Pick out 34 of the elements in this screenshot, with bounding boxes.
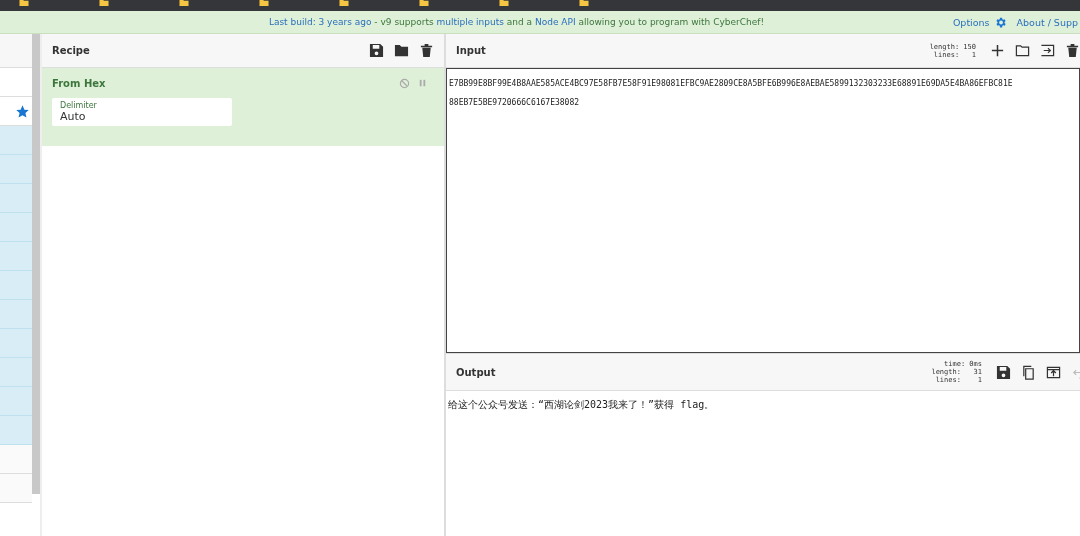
banner-message: Last build: 3 years ago - v9 supports multiple inputs and a Node API allowing you to program with CyberChef! [267,17,765,27]
trash-icon[interactable] [1065,43,1080,58]
folder-icon[interactable] [394,43,409,58]
output-text: 给这个公众号发送：“西湖论剑2023我来了！”获得 flag。 [448,399,715,410]
folder-icon[interactable] [498,0,510,6]
folder-icon[interactable] [18,0,30,6]
input-text-area[interactable]: E7BB99E8BF99E4B8AAE585ACE4BC97E58FB7E58F91E98081EFBC9AE2809CE8A5BFE6B996E8AEBAE5899132303233E68891E69DA5E4BA86EFBC81E 88EB7E5BE9720666C6167E38082 [446,68,1080,353]
folder-icon[interactable] [338,0,350,6]
folder-icon[interactable] [578,0,590,6]
replace-input-icon[interactable] [1046,364,1061,380]
banner-link[interactable]: Node API [535,17,576,27]
banner-link[interactable]: Last build: 3 years ago [268,17,372,27]
input-title: Input [456,45,487,56]
recipe-title: Recipe [52,45,91,56]
delimiter-field[interactable]: Delimiter Auto [52,98,232,126]
save-icon[interactable] [996,364,1011,380]
about-link[interactable]: About / Supp [1016,16,1078,28]
output-title: Output [456,366,497,378]
banner-link[interactable]: multiple inputs [436,17,504,27]
operations-header [0,34,32,68]
plus-icon[interactable] [990,43,1005,58]
folder-icon[interactable] [418,0,430,6]
trash-icon[interactable] [419,43,434,58]
folder-icon[interactable] [178,0,190,6]
scrollbar[interactable] [32,34,40,494]
folder-icon[interactable] [1015,43,1030,58]
options-link[interactable]: Options [952,16,990,28]
import-icon[interactable] [1040,43,1055,58]
save-icon[interactable] [369,43,384,58]
folder-icon[interactable] [258,0,270,6]
operation-name: From Hex [52,78,107,89]
copy-icon[interactable] [1021,364,1036,380]
input-text: E7BB99E8BF99E4B8AAE585ACE4BC97E58FB7E58F91E98081EFBC9AE2809CE8A5BFE6B996E8AEBAE5899132303233E68891E69DA5E4BA86EFBC81E 88EB7E5BE9720666C6167E38082 [449,79,1013,107]
folder-icon[interactable] [98,0,110,6]
